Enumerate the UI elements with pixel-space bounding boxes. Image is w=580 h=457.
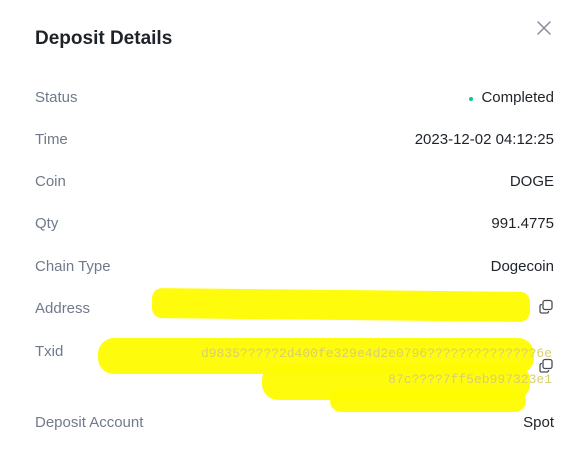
detail-row-status: Status Completed (35, 88, 554, 108)
deposit-account-value: Spot (523, 414, 554, 431)
modal-title: Deposit Details (35, 28, 173, 49)
qty-label: Qty (35, 215, 59, 232)
txid-redaction-highlight-3 (330, 390, 526, 412)
txid-label: Txid (35, 343, 64, 360)
modal-header: Deposit Details (35, 21, 580, 54)
qty-value: 991.4775 (491, 215, 554, 232)
detail-row-coin: Coin DOGE (35, 172, 554, 192)
txid-value-line-1: d9835?????2d400fe329e4d2e0796???????????… (200, 346, 552, 361)
copy-icon[interactable] (538, 299, 554, 315)
coin-value: DOGE (509, 173, 554, 190)
close-icon[interactable] (532, 16, 556, 40)
deposit-details-modal: Deposit Details Status Completed Time 20… (0, 0, 580, 457)
txid-value-line-2: 87c????7ff5eb997323e1 (388, 372, 552, 387)
status-value-wrap: Completed (469, 88, 554, 108)
detail-row-qty: Qty 991.4775 (35, 214, 554, 234)
status-label: Status (35, 89, 78, 106)
detail-row-time: Time 2023-12-02 04:12:25 (35, 130, 554, 150)
status-dot-icon (469, 97, 474, 101)
time-value: 2023-12-02 04:12:25 (414, 131, 554, 148)
address-label: Address (35, 300, 91, 317)
deposit-account-label: Deposit Account (35, 414, 144, 431)
detail-row-deposit-account: Deposit Account Spot (35, 413, 554, 433)
time-label: Time (35, 131, 68, 148)
chain-type-label: Chain Type (35, 258, 111, 275)
chain-type-value: Dogecoin (490, 258, 554, 275)
copy-icon[interactable] (538, 358, 554, 374)
address-redaction-highlight (151, 288, 531, 322)
txid-copy-wrap (538, 358, 554, 374)
status-value: Completed (481, 89, 554, 106)
detail-row-chain-type: Chain Type Dogecoin (35, 257, 554, 277)
coin-label: Coin (35, 173, 66, 190)
address-value-wrap (532, 299, 554, 315)
